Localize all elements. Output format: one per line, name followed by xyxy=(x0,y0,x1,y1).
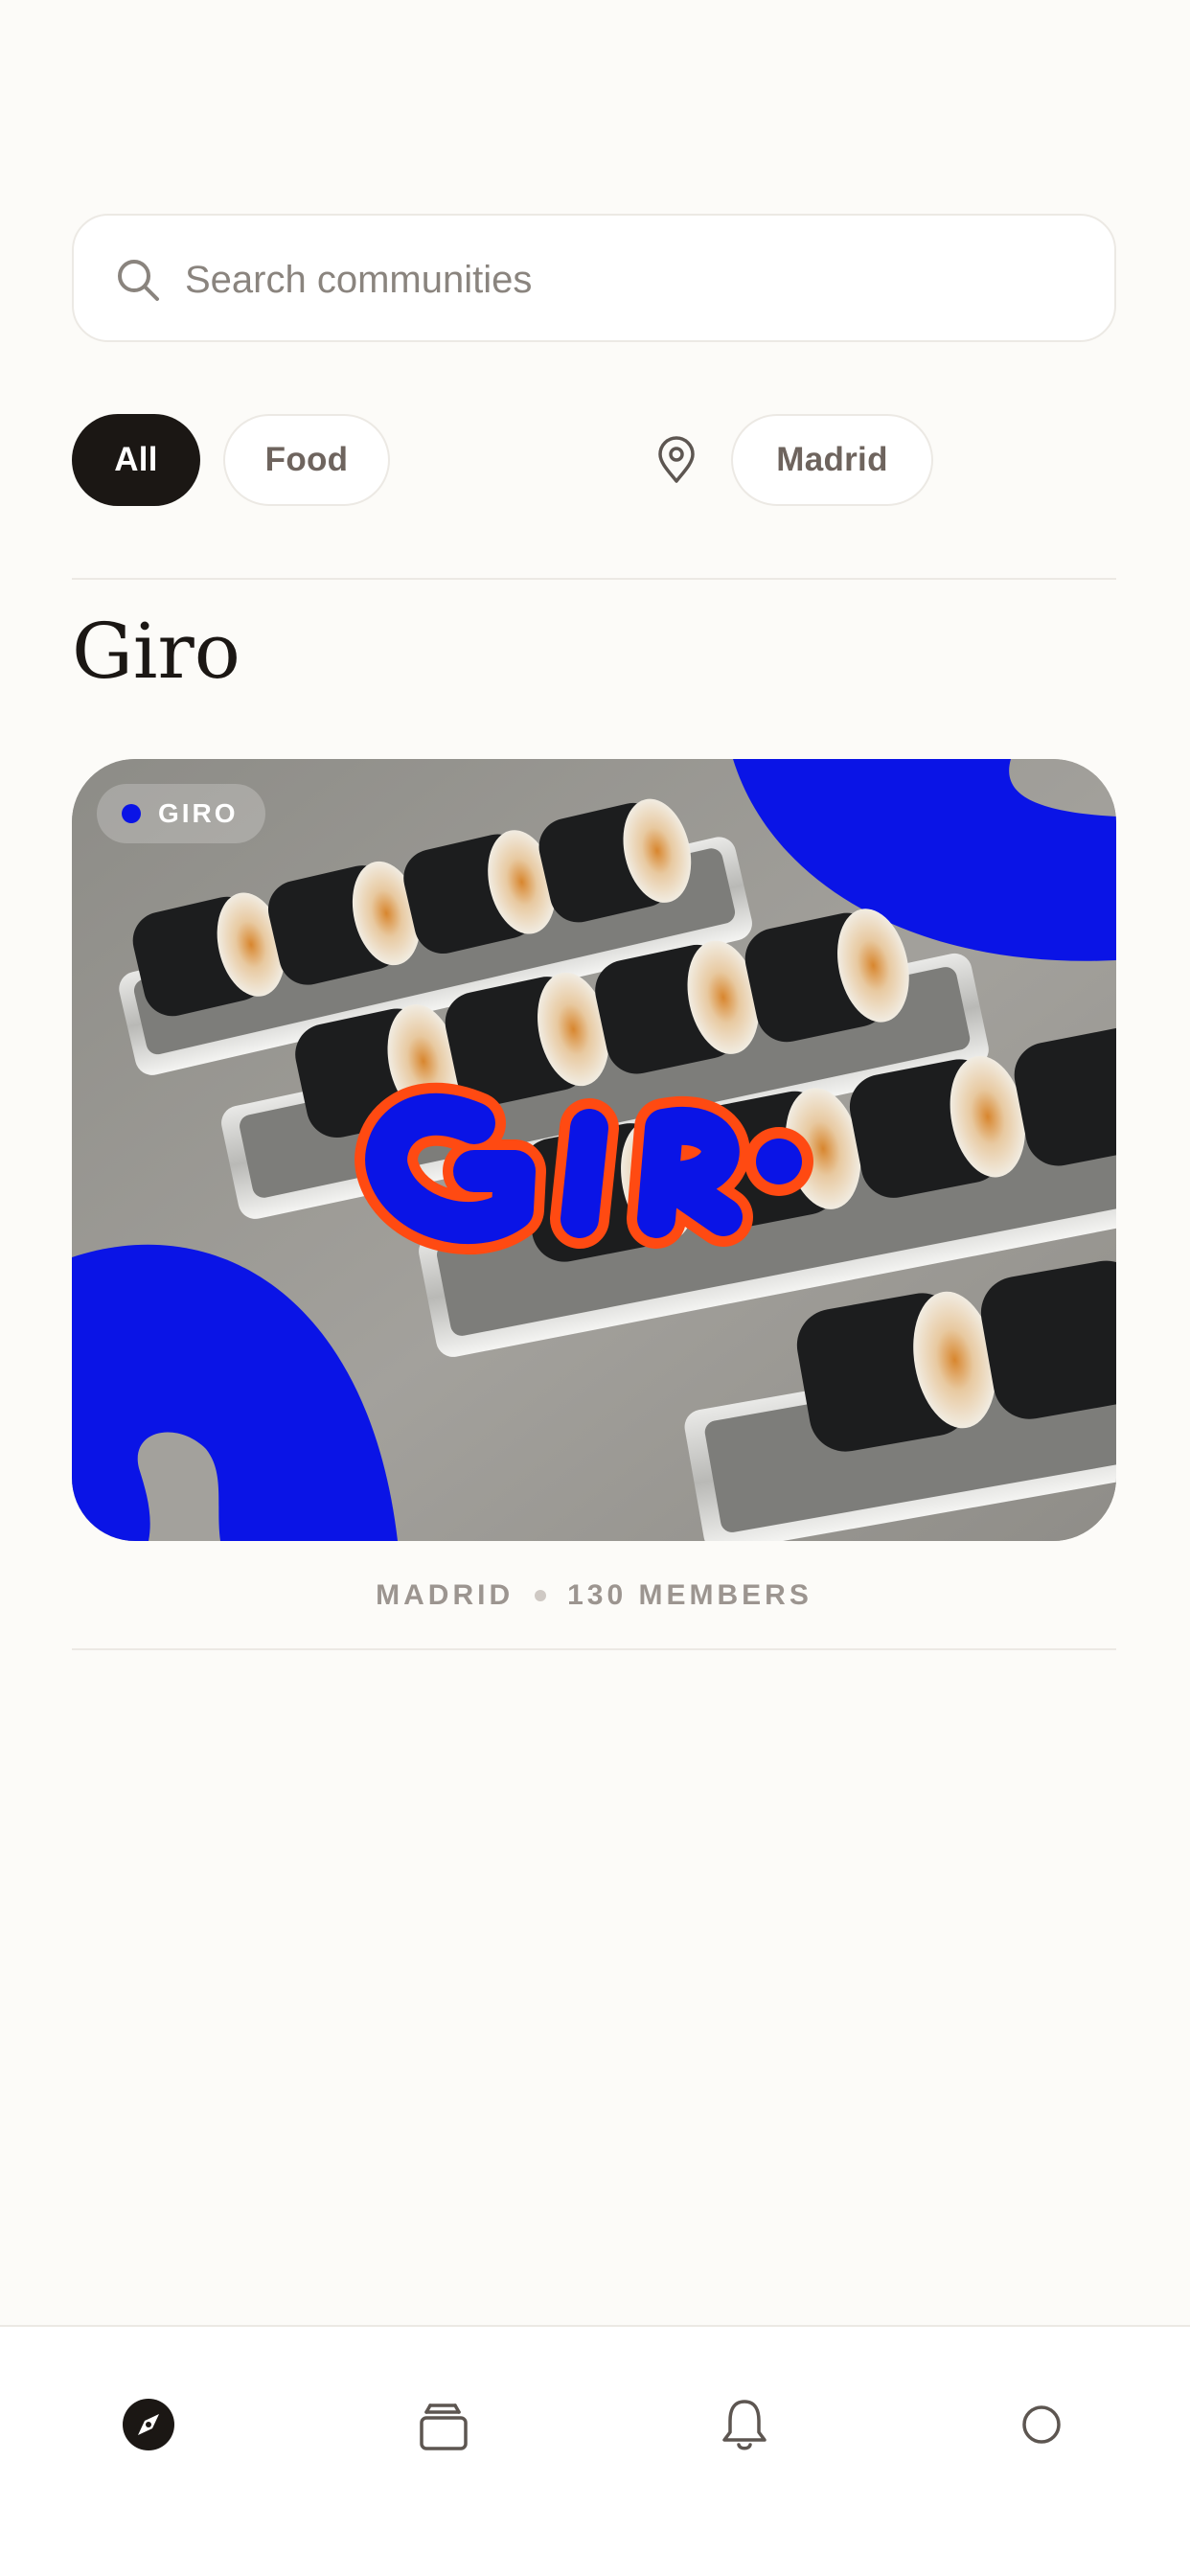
filter-chip-all-label: All xyxy=(114,441,158,478)
nav-tickets[interactable] xyxy=(400,2386,487,2463)
ticket-stack-icon xyxy=(420,2404,468,2450)
bell-icon xyxy=(722,2400,767,2450)
top-divider xyxy=(72,578,1116,580)
community-badge-label: GIRO xyxy=(158,798,239,828)
location-chip[interactable]: Madrid xyxy=(731,414,933,506)
location-pin-icon[interactable] xyxy=(656,436,697,484)
profile-circle-icon xyxy=(1022,2405,1061,2444)
section-title: Giro xyxy=(72,607,240,696)
location-chip-label: Madrid xyxy=(776,441,888,478)
community-card[interactable]: GIRO xyxy=(72,759,1116,1541)
community-badge: GIRO xyxy=(97,784,265,843)
community-cover-image xyxy=(72,759,1116,1541)
filter-chip-all[interactable]: All xyxy=(72,414,200,506)
nav-explore[interactable] xyxy=(105,2386,192,2463)
card-divider xyxy=(72,1648,1116,1650)
search-input[interactable] xyxy=(183,242,1087,317)
compass-icon xyxy=(123,2399,174,2450)
community-city: MADRID xyxy=(376,1579,515,1611)
bottom-navigation xyxy=(0,2325,1190,2576)
filter-chip-food[interactable]: Food xyxy=(223,414,390,506)
community-meta: MADRID 130 MEMBERS xyxy=(72,1572,1116,1620)
filter-chip-food-label: Food xyxy=(264,441,349,478)
search-icon xyxy=(118,260,159,301)
nav-notifications[interactable] xyxy=(701,2386,788,2463)
search-bar[interactable] xyxy=(72,214,1116,342)
community-member-count: 130 MEMBERS xyxy=(567,1579,812,1611)
badge-dot xyxy=(122,804,141,823)
meta-separator-dot xyxy=(535,1590,547,1601)
nav-profile[interactable] xyxy=(998,2386,1085,2463)
